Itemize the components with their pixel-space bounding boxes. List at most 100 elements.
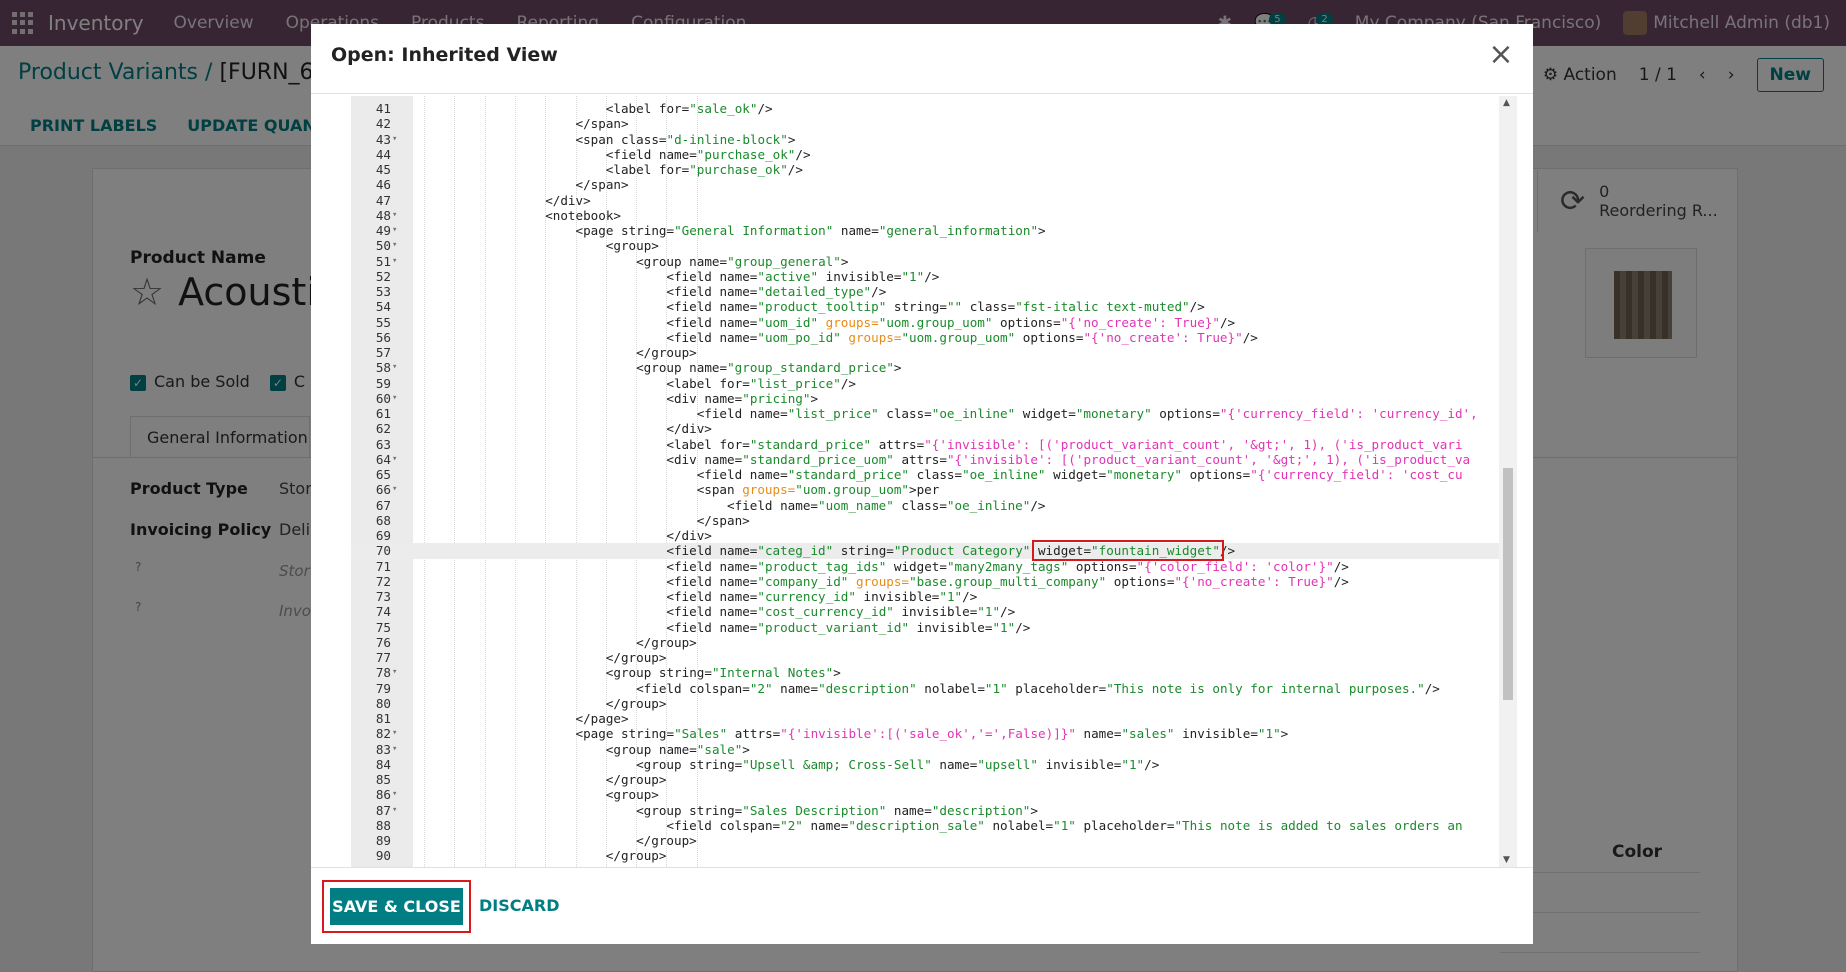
editor-scrollbar[interactable]: ▲ ▼ bbox=[1499, 96, 1517, 867]
scroll-down-icon[interactable]: ▼ bbox=[1503, 855, 1510, 865]
code-line[interactable]: 80 </group> bbox=[351, 696, 1501, 711]
fold-arrow-icon[interactable]: ▾ bbox=[392, 208, 404, 223]
code-line[interactable]: 90 </group> bbox=[351, 848, 1501, 863]
line-number: 80 bbox=[375, 695, 391, 711]
fold-arrow-icon[interactable]: ▾ bbox=[392, 360, 404, 375]
code-line[interactable]: 43 ▾ <span class="d-inline-block"> bbox=[351, 132, 1501, 147]
line-number: 53 bbox=[375, 284, 391, 299]
fold-arrow-icon[interactable]: ▾ bbox=[392, 665, 404, 680]
code-line[interactable]: 84 <group string="Upsell &amp; Cross-Sell… bbox=[351, 757, 1501, 772]
code-line[interactable]: 45 <label for="purchase_ok"/> bbox=[351, 162, 1501, 177]
line-number: 49 bbox=[375, 223, 391, 238]
code-line[interactable]: 58 ▾ <group name="group_standard_price"> bbox=[351, 360, 1501, 375]
modal-footer: SAVE & CLOSE DISCARD bbox=[311, 867, 1533, 944]
code-line[interactable]: 76 </group> bbox=[351, 635, 1501, 650]
code-line[interactable]: 46 </span> bbox=[351, 177, 1501, 192]
code-line[interactable]: 47 </div> bbox=[351, 193, 1501, 208]
code-line[interactable]: 59 <label for="list_price"/> bbox=[351, 376, 1501, 391]
code-line[interactable]: 78 ▾ <group string="Internal Notes"> bbox=[351, 665, 1501, 680]
code-line[interactable]: 86 ▾ <group> bbox=[351, 787, 1501, 802]
code-line[interactable]: 87 ▾ <group string="Sales Description" nam… bbox=[351, 803, 1501, 818]
code-line[interactable]: 61 <field name="list_price" class="oe_inl… bbox=[351, 406, 1501, 421]
code-line[interactable]: 75 <field name="product_variant_id" invis… bbox=[351, 620, 1501, 635]
save-close-button[interactable]: SAVE & CLOSE bbox=[330, 888, 463, 925]
code-line[interactable]: 74 <field name="cost_currency_id" invisib… bbox=[351, 604, 1501, 619]
fold-arrow-icon[interactable]: ▾ bbox=[392, 742, 404, 757]
fold-arrow-icon[interactable]: ▾ bbox=[392, 482, 404, 497]
fold-arrow-icon[interactable]: ▾ bbox=[392, 391, 404, 406]
code-line[interactable]: 56 <field name="uom_po_id" groups="uom.gr… bbox=[351, 330, 1501, 345]
code-line[interactable]: 70 <field name="categ_id" string="Product… bbox=[351, 543, 1501, 559]
code-line[interactable]: 52 <field name="active" invisible="1"/> bbox=[351, 269, 1501, 284]
code-line[interactable]: 44 <field name="purchase_ok"/> bbox=[351, 147, 1501, 162]
code-text: <field name="uom_id" groups="uom.group_u… bbox=[666, 314, 1236, 330]
code-text: </group> bbox=[605, 650, 667, 665]
code-text: </span> bbox=[696, 512, 750, 528]
line-number: 50 bbox=[375, 238, 391, 254]
app-root: Inventory Overview Operations Products R… bbox=[0, 0, 1846, 972]
code-line[interactable]: 88 <field colspan="2" name="description_s… bbox=[351, 818, 1501, 833]
inherited-view-modal: Open: Inherited View × 41 <label for="sal… bbox=[311, 24, 1533, 944]
code-line[interactable]: 63 <label for="standard_price" attrs="{'i… bbox=[351, 437, 1501, 452]
code-line[interactable]: 64 ▾ <div name="standard_price_uom" attrs=… bbox=[351, 452, 1501, 467]
fold-arrow-icon[interactable]: ▾ bbox=[392, 254, 404, 269]
code-line[interactable]: 83 ▾ <group name="sale"> bbox=[351, 742, 1501, 757]
line-number: 41 bbox=[375, 101, 391, 116]
code-line[interactable]: 67 <field name="uom_name" class="oe_inlin… bbox=[351, 498, 1501, 513]
line-number: 64 bbox=[375, 451, 391, 467]
line-number: 83 bbox=[375, 741, 391, 757]
code-line[interactable]: 71 <field name="product_tag_ids" widget="… bbox=[351, 559, 1501, 574]
code-text: <field name="cost_currency_id" invisible… bbox=[666, 604, 1016, 620]
fold-arrow-icon[interactable]: ▾ bbox=[392, 223, 404, 238]
fold-arrow-icon[interactable]: ▾ bbox=[392, 726, 404, 741]
line-number: 88 bbox=[375, 817, 391, 833]
code-line[interactable]: 69 </div> bbox=[351, 528, 1501, 543]
modal-header: Open: Inherited View × bbox=[311, 24, 1533, 94]
code-text: <notebook> bbox=[545, 207, 622, 223]
scroll-up-icon[interactable]: ▲ bbox=[1503, 98, 1510, 108]
fold-arrow-icon[interactable]: ▾ bbox=[392, 452, 404, 467]
code-text: </span> bbox=[575, 177, 629, 193]
code-line[interactable]: 72 <field name="company_id" groups="base.… bbox=[351, 574, 1501, 589]
code-text: </group> bbox=[636, 345, 697, 360]
code-text: <field name="standard_price" class="oe_i… bbox=[696, 467, 1463, 482]
fold-arrow-icon[interactable]: ▾ bbox=[392, 238, 404, 253]
code-line[interactable]: 41 <label for="sale_ok"/> bbox=[351, 101, 1501, 116]
code-line[interactable]: 54 <field name="product_tooltip" string="… bbox=[351, 299, 1501, 314]
code-line[interactable]: 50 ▾ <group> bbox=[351, 238, 1501, 253]
code-line[interactable]: 68 </span> bbox=[351, 513, 1501, 528]
close-icon[interactable]: × bbox=[1487, 40, 1515, 70]
code-line[interactable]: 77 </group> bbox=[351, 650, 1501, 665]
discard-button[interactable]: DISCARD bbox=[479, 896, 559, 915]
code-line[interactable]: 89 </group> bbox=[351, 833, 1501, 848]
code-line[interactable]: 53 <field name="detailed_type"/> bbox=[351, 284, 1501, 299]
code-line[interactable]: 42 </span> bbox=[351, 116, 1501, 131]
code-line[interactable]: 65 <field name="standard_price" class="oe… bbox=[351, 467, 1501, 482]
fold-arrow-icon[interactable]: ▾ bbox=[392, 132, 404, 147]
code-line[interactable]: 73 <field name="currency_id" invisible="1… bbox=[351, 589, 1501, 604]
code-line[interactable]: 81 </page> bbox=[351, 711, 1501, 726]
line-number: 69 bbox=[375, 528, 391, 543]
scrollbar-thumb[interactable] bbox=[1503, 468, 1513, 700]
fold-arrow-icon[interactable]: ▾ bbox=[392, 803, 404, 818]
code-line[interactable]: 79 <field colspan="2" name="description" … bbox=[351, 681, 1501, 696]
line-number: 74 bbox=[375, 604, 391, 620]
code-line[interactable]: 49 ▾ <page string="General Information" na… bbox=[351, 223, 1501, 238]
code-line[interactable]: 85 </group> bbox=[351, 772, 1501, 787]
line-number: 76 bbox=[375, 634, 391, 650]
code-line[interactable]: 62 </div> bbox=[351, 421, 1501, 436]
code-text: </group> bbox=[605, 848, 667, 864]
code-line[interactable]: 51 ▾ <group name="group_general"> bbox=[351, 254, 1501, 269]
code-line[interactable]: 66 ▾ <span groups="uom.group_uom">per bbox=[351, 482, 1501, 497]
line-number: 86 bbox=[375, 787, 391, 803]
code-line[interactable]: 57 </group> bbox=[351, 345, 1501, 360]
fold-arrow-icon[interactable]: ▾ bbox=[392, 787, 404, 802]
line-number: 42 bbox=[375, 116, 391, 132]
code-line[interactable]: 48 ▾ <notebook> bbox=[351, 208, 1501, 223]
code-line[interactable]: 55 <field name="uom_id" groups="uom.group… bbox=[351, 315, 1501, 330]
code-text: <field name="currency_id" invisible="1"/… bbox=[666, 589, 978, 604]
code-line[interactable]: 82 ▾ <page string="Sales" attrs="{'invisib… bbox=[351, 726, 1501, 741]
code-line[interactable]: 60 ▾ <div name="pricing"> bbox=[351, 391, 1501, 406]
code-editor[interactable]: 41 <label for="sale_ok"/> 42 </span> 43 ▾ <spa… bbox=[351, 96, 1517, 867]
line-number: 60 bbox=[375, 390, 391, 406]
